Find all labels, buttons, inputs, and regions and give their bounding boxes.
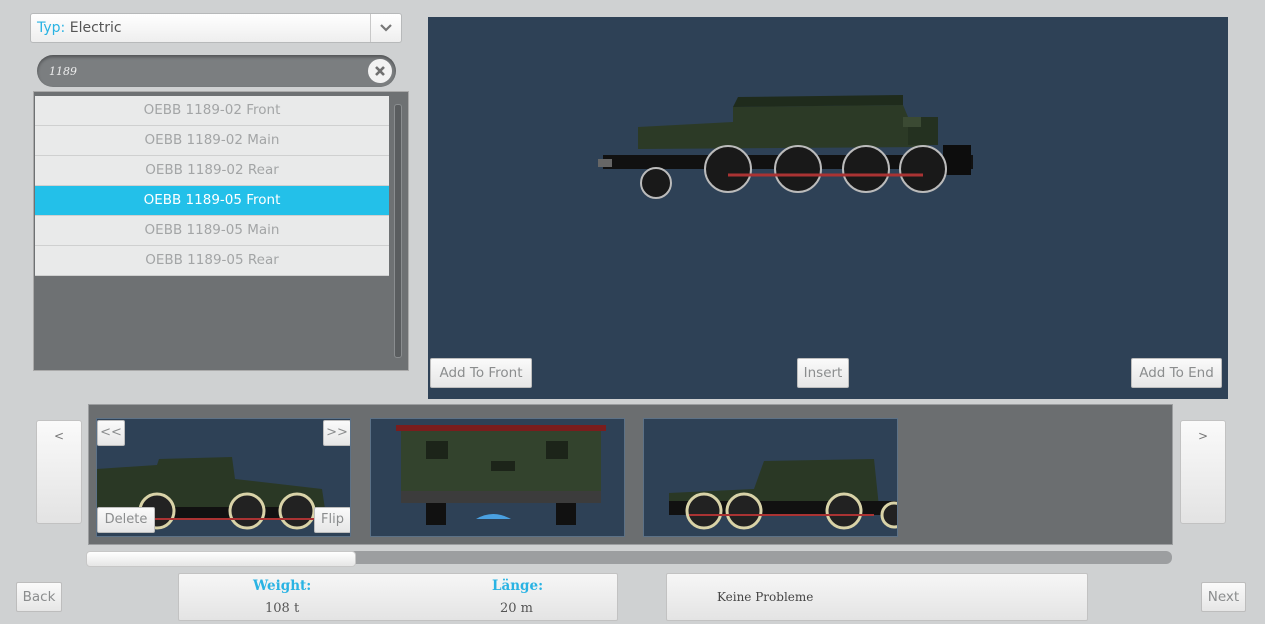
vehicle-list-item[interactable]: OEBB 1189-05 Main	[35, 216, 389, 246]
locomotive-preview-image	[598, 95, 973, 199]
list-scrollbar[interactable]	[394, 104, 402, 358]
length-value: 20 m	[500, 601, 534, 616]
search-box	[37, 55, 396, 87]
status-panel: Keine Probleme	[666, 573, 1088, 621]
vehicle-list-item[interactable]: OEBB 1189-05 Rear	[35, 246, 389, 276]
move-left-button[interactable]: <<	[97, 420, 125, 446]
consist-car[interactable]	[370, 418, 625, 537]
consist-scrollbar-thumb[interactable]	[86, 551, 356, 567]
consist-car[interactable]: << >> Delete Flip	[96, 418, 351, 537]
consist-strip: << >> Delete Flip	[88, 404, 1173, 545]
chevron-down-icon[interactable]	[370, 14, 401, 42]
vehicle-preview: Add To Front Insert Add To End	[428, 17, 1228, 399]
vehicle-list-item[interactable]: OEBB 1189-02 Main	[35, 126, 389, 156]
consist-prev-button[interactable]: <	[36, 420, 82, 524]
add-to-end-button[interactable]: Add To End	[1131, 358, 1222, 388]
vehicle-list-item[interactable]: OEBB 1189-02 Front	[35, 96, 389, 126]
vehicle-list: OEBB 1189-02 Front OEBB 1189-02 Main OEBB …	[33, 91, 409, 371]
next-button[interactable]: Next	[1201, 582, 1246, 612]
weight-label: Weight:	[253, 578, 312, 594]
consist-stats-panel: Weight: 108 t Länge: 20 m	[178, 573, 618, 621]
back-button[interactable]: Back	[16, 582, 62, 612]
type-filter-dropdown[interactable]: Typ: Electric	[30, 13, 402, 43]
vehicle-list-item[interactable]: OEBB 1189-05 Front	[35, 186, 389, 216]
move-right-button[interactable]: >>	[323, 420, 350, 446]
length-label: Länge:	[492, 578, 544, 594]
status-text: Keine Probleme	[717, 590, 814, 604]
locomotive-main-image	[396, 425, 606, 525]
insert-button[interactable]: Insert	[797, 358, 849, 388]
locomotive-rear-image	[669, 459, 897, 530]
add-to-front-button[interactable]: Add To Front	[430, 358, 532, 388]
consist-next-button[interactable]: >	[1180, 420, 1226, 524]
consist-car[interactable]	[643, 418, 898, 537]
vehicle-list-item[interactable]: OEBB 1189-02 Rear	[35, 156, 389, 186]
flip-button[interactable]: Flip	[314, 507, 350, 533]
clear-search-icon[interactable]	[368, 59, 392, 83]
weight-value: 108 t	[265, 601, 300, 616]
delete-button[interactable]: Delete	[97, 507, 155, 533]
type-filter-value: Electric	[69, 20, 122, 36]
type-filter-label: Typ:	[37, 20, 66, 36]
search-input[interactable]	[47, 60, 361, 82]
